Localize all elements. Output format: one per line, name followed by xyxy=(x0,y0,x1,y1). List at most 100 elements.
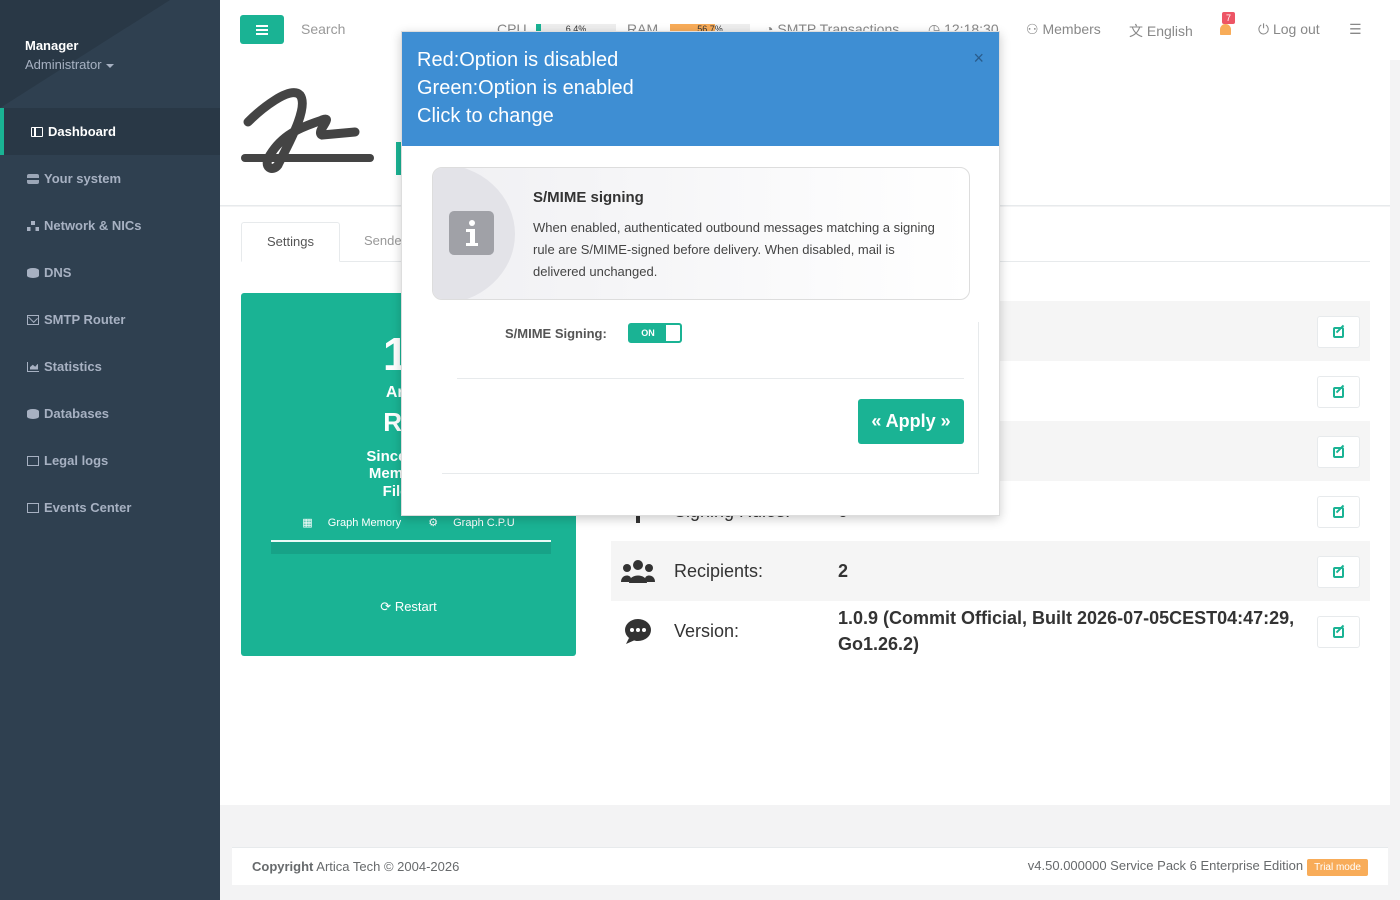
sidebar-item-label: Network & NICs xyxy=(44,218,142,233)
logout-link[interactable]: ⏻ Log out xyxy=(1258,21,1320,38)
row-value: 2 xyxy=(838,561,849,581)
sidebar-item-events-center[interactable]: Events Center xyxy=(0,484,220,531)
close-icon[interactable]: × xyxy=(973,44,984,72)
dashboard-icon xyxy=(31,126,43,137)
version-info: v4.50.000000 Service Pack 6 Enterprise E… xyxy=(1027,858,1368,876)
sidebar-nav: Dashboard Your system Network & NICs DNS… xyxy=(0,108,220,531)
apply-button[interactable]: « Apply » xyxy=(858,399,964,444)
info-icon xyxy=(449,211,494,255)
members-label: Members xyxy=(1042,21,1101,37)
envelope-icon xyxy=(27,314,39,325)
tab-settings[interactable]: Settings xyxy=(241,222,340,262)
user-name: Manager xyxy=(25,38,79,53)
comment-icon xyxy=(621,617,655,645)
graph-memory-link[interactable]: ▦ Graph Memory xyxy=(296,517,407,529)
tasks-icon[interactable]: ☰ xyxy=(1349,21,1362,38)
users-icon: ⚇ xyxy=(1026,21,1039,37)
edit-button[interactable] xyxy=(1317,376,1360,408)
copyright: Copyright Artica Tech © 2004-2026 xyxy=(252,859,459,874)
form-panel xyxy=(442,322,979,474)
sidebar-item-legal-logs[interactable]: Legal logs xyxy=(0,437,220,484)
widget-progress-bar xyxy=(271,540,551,554)
sidebar-item-statistics[interactable]: Statistics xyxy=(0,343,220,390)
restart-button[interactable]: ⟳ Restart xyxy=(241,599,576,615)
graph-memory-label: Graph Memory xyxy=(327,517,402,529)
version-text: v4.50.000000 Service Pack 6 Enterprise E… xyxy=(1027,858,1304,873)
sidebar-item-label: SMTP Router xyxy=(44,312,126,327)
restart-label: Restart xyxy=(394,599,437,614)
row-label: Recipients: xyxy=(674,560,764,581)
chart-icon xyxy=(27,361,39,372)
info-text: When enabled, authenticated outbound mes… xyxy=(533,220,935,279)
menu-toggle-button[interactable] xyxy=(240,15,284,44)
edit-button[interactable] xyxy=(1317,556,1360,588)
modal-header-line: Green:Option is enabled xyxy=(417,77,634,99)
edit-icon xyxy=(1333,566,1344,578)
copyright-text: Artica Tech © 2004-2026 xyxy=(316,859,460,874)
refresh-icon: ⟳ xyxy=(380,599,392,614)
smime-signing-toggle[interactable]: ON xyxy=(628,323,682,343)
search-input[interactable]: Search xyxy=(301,21,345,37)
sidebar-item-label: DNS xyxy=(44,265,72,280)
table-row: Version: 1.0.9 (Commit Official, Built 20… xyxy=(611,601,1370,661)
graph-cpu-label: Graph C.P.U xyxy=(453,517,515,529)
edit-button[interactable] xyxy=(1317,496,1360,528)
sidebar-item-dns[interactable]: DNS xyxy=(0,249,220,296)
language-label: English xyxy=(1146,23,1193,39)
sidebar-item-dashboard[interactable]: Dashboard xyxy=(0,108,220,155)
sidebar-item-network[interactable]: Network & NICs xyxy=(0,202,220,249)
smime-signing-label: S/MIME Signing: xyxy=(505,326,607,341)
modal-header-line: Red:Option is disabled xyxy=(417,49,619,71)
users-icon xyxy=(621,557,655,585)
file-icon xyxy=(27,455,39,466)
edit-button[interactable] xyxy=(1317,616,1360,648)
bell-icon[interactable] xyxy=(1220,24,1231,35)
user-profile: Manager Administrator xyxy=(0,0,220,108)
cpu-icon: ⚙ xyxy=(428,517,439,529)
option-modal: Red:Option is disabled Green:Option is e… xyxy=(401,31,1000,516)
language-icon: 文 xyxy=(1129,23,1143,39)
caret-down-icon xyxy=(105,63,114,68)
sidebar-item-label: Your system xyxy=(44,171,122,186)
network-icon xyxy=(27,220,39,231)
power-icon: ⏻ xyxy=(1258,21,1270,37)
sidebar-item-smtp-router[interactable]: SMTP Router xyxy=(0,296,220,343)
user-role-dropdown[interactable]: Administrator xyxy=(25,57,195,72)
edit-icon xyxy=(1333,326,1344,338)
graph-cpu-link[interactable]: ⚙ Graph C.P.U xyxy=(422,517,521,529)
sidebar-item-databases[interactable]: Databases xyxy=(0,390,220,437)
table-row: Recipients: 2 xyxy=(611,541,1370,601)
sidebar: Manager Administrator Dashboard Your sys… xyxy=(0,0,220,900)
server-icon xyxy=(27,173,39,184)
copyright-label: Copyright xyxy=(252,859,314,874)
edit-button[interactable] xyxy=(1317,316,1360,348)
widget-links: ▦ Graph Memory ⚙ Graph C.P.U xyxy=(241,516,576,529)
members-link[interactable]: ⚇ Members xyxy=(1026,21,1101,38)
sidebar-item-label: Dashboard xyxy=(48,124,116,139)
sidebar-item-label: Events Center xyxy=(44,500,132,515)
logout-label: Log out xyxy=(1272,21,1320,37)
info-callout: S/MIME signing When enabled, authenticat… xyxy=(432,167,970,300)
edit-icon xyxy=(1333,506,1344,518)
edit-icon xyxy=(1333,626,1344,638)
modal-header: Red:Option is disabled Green:Option is e… xyxy=(402,32,999,146)
divider xyxy=(457,378,964,379)
sidebar-item-your-system[interactable]: Your system xyxy=(0,155,220,202)
toggle-on-label: ON xyxy=(630,325,666,341)
user-role: Administrator xyxy=(25,57,102,72)
modal-header-line: Click to change xyxy=(417,105,554,127)
sidebar-item-label: Statistics xyxy=(44,359,102,374)
sidebar-item-label: Databases xyxy=(44,406,110,421)
trial-badge: Trial mode xyxy=(1307,859,1368,876)
sidebar-item-label: Legal logs xyxy=(44,453,109,468)
edit-button[interactable] xyxy=(1317,436,1360,468)
smime-signature-logo xyxy=(241,88,374,173)
footer: Copyright Artica Tech © 2004-2026 v4.50.… xyxy=(232,847,1388,885)
memory-icon: ▦ xyxy=(302,517,313,529)
info-title: S/MIME signing xyxy=(533,189,644,206)
hamburger-icon xyxy=(256,28,268,31)
language-selector[interactable]: 文 English xyxy=(1129,21,1193,41)
row-label: Version: xyxy=(674,620,740,641)
database-icon xyxy=(27,408,39,419)
file-icon xyxy=(27,502,39,513)
